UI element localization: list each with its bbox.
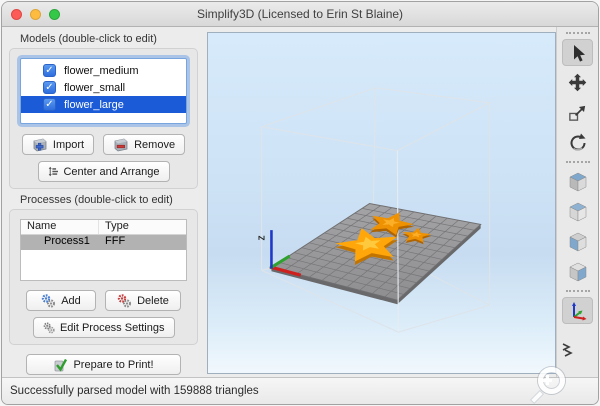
model-checkbox[interactable]: ✓: [43, 64, 56, 77]
app-window: Simplify3D (Licensed to Erin St Blaine) …: [1, 1, 599, 405]
model-checkbox[interactable]: ✓: [43, 98, 56, 111]
view-cube-default-icon: [566, 170, 590, 194]
scale-tool-button[interactable]: [562, 99, 593, 126]
view-cube-side-icon: [566, 260, 590, 284]
models-groupbox: ✓ flower_medium ✓ flower_small ✓ flower_…: [9, 48, 198, 189]
resize-grip-icon[interactable]: [561, 343, 573, 362]
select-tool-button[interactable]: [562, 39, 593, 66]
processes-label: Processes (double-click to edit): [20, 194, 200, 206]
left-panel: Models (double-click to edit) ✓ flower_m…: [2, 27, 205, 377]
remove-label: Remove: [134, 139, 175, 151]
status-bar: Successfully parsed model with 159888 tr…: [2, 377, 598, 404]
list-item-flower-large[interactable]: ✓ flower_large: [21, 96, 186, 113]
add-process-button[interactable]: Add: [26, 290, 96, 311]
build-volume-front-edge: [397, 151, 398, 332]
model-name: flower_medium: [64, 65, 139, 77]
prepare-check-icon: [53, 358, 68, 372]
view-side-button[interactable]: [562, 258, 593, 285]
status-message: Successfully parsed model with 159888 tr…: [10, 385, 259, 397]
processes-groupbox: Name Type Process1 FFF: [9, 209, 198, 345]
scale-icon: [567, 102, 588, 123]
toolbar-separator: [566, 161, 590, 163]
table-row-process1[interactable]: Process1 FFF: [21, 235, 186, 250]
model-checkbox[interactable]: ✓: [43, 81, 56, 94]
rotate-tool-button[interactable]: [562, 129, 593, 156]
edit-process-icon: [43, 321, 55, 335]
magnifier-plus-v: [546, 375, 549, 385]
move-icon: [567, 72, 588, 93]
add-icon: [41, 294, 56, 308]
center-arrange-icon: [48, 165, 59, 178]
viewport-3d[interactable]: Z: [207, 32, 556, 374]
model-name: flower_large: [64, 99, 124, 111]
column-header-name: Name: [21, 220, 99, 234]
toolbar-separator: [566, 290, 590, 292]
remove-icon: [113, 138, 129, 152]
import-label: Import: [53, 139, 84, 151]
import-icon: [32, 138, 48, 152]
show-axes-button[interactable]: [562, 297, 593, 324]
list-item-flower-medium[interactable]: ✓ flower_medium: [21, 62, 186, 79]
rotate-icon: [567, 132, 589, 154]
zoom-window-button[interactable]: [49, 9, 60, 20]
view-cube-top-icon: [566, 200, 590, 224]
process-table-header: Name Type: [21, 220, 186, 235]
process-table[interactable]: Name Type Process1 FFF: [20, 219, 187, 281]
list-item-flower-small[interactable]: ✓ flower_small: [21, 79, 186, 96]
traffic-lights: [11, 9, 60, 20]
view-front-button[interactable]: [562, 228, 593, 255]
magnifier-handle: [530, 390, 544, 404]
delete-process-button[interactable]: Delete: [105, 290, 181, 311]
move-tool-button[interactable]: [562, 69, 593, 96]
process-name: Process1: [21, 235, 99, 250]
axes-icon: [567, 300, 589, 322]
column-header-type: Type: [99, 220, 129, 234]
window-title: Simplify3D (Licensed to Erin St Blaine): [197, 7, 403, 21]
center-and-arrange-button[interactable]: Center and Arrange: [38, 161, 170, 182]
right-toolbar: [556, 27, 598, 377]
minimize-button[interactable]: [30, 9, 41, 20]
model-list[interactable]: ✓ flower_medium ✓ flower_small ✓ flower_…: [20, 58, 187, 124]
view-cube-front-icon: [566, 230, 590, 254]
scene-canvas: Z: [208, 33, 555, 373]
prepare-to-print-button[interactable]: Prepare to Print!: [26, 354, 181, 375]
close-button[interactable]: [11, 9, 22, 20]
import-button[interactable]: Import: [22, 134, 94, 155]
edit-process-label: Edit Process Settings: [60, 322, 165, 334]
add-label: Add: [61, 295, 81, 307]
title-bar[interactable]: Simplify3D (Licensed to Erin St Blaine): [2, 2, 598, 27]
edit-process-settings-button[interactable]: Edit Process Settings: [33, 317, 175, 338]
view-default-button[interactable]: [562, 168, 593, 195]
delete-label: Delete: [137, 295, 169, 307]
model-name: flower_small: [64, 82, 125, 94]
center-arrange-label: Center and Arrange: [63, 166, 159, 178]
delete-icon: [117, 294, 132, 308]
view-top-button[interactable]: [562, 198, 593, 225]
remove-button[interactable]: Remove: [103, 134, 185, 155]
prepare-label: Prepare to Print!: [73, 359, 153, 371]
z-axis-label: Z: [258, 235, 267, 240]
cursor-icon: [568, 43, 588, 63]
zoom-control[interactable]: [533, 367, 571, 405]
models-label: Models (double-click to edit): [20, 33, 200, 45]
toolbar-drag-handle[interactable]: [566, 32, 590, 34]
process-type: FFF: [99, 235, 125, 250]
